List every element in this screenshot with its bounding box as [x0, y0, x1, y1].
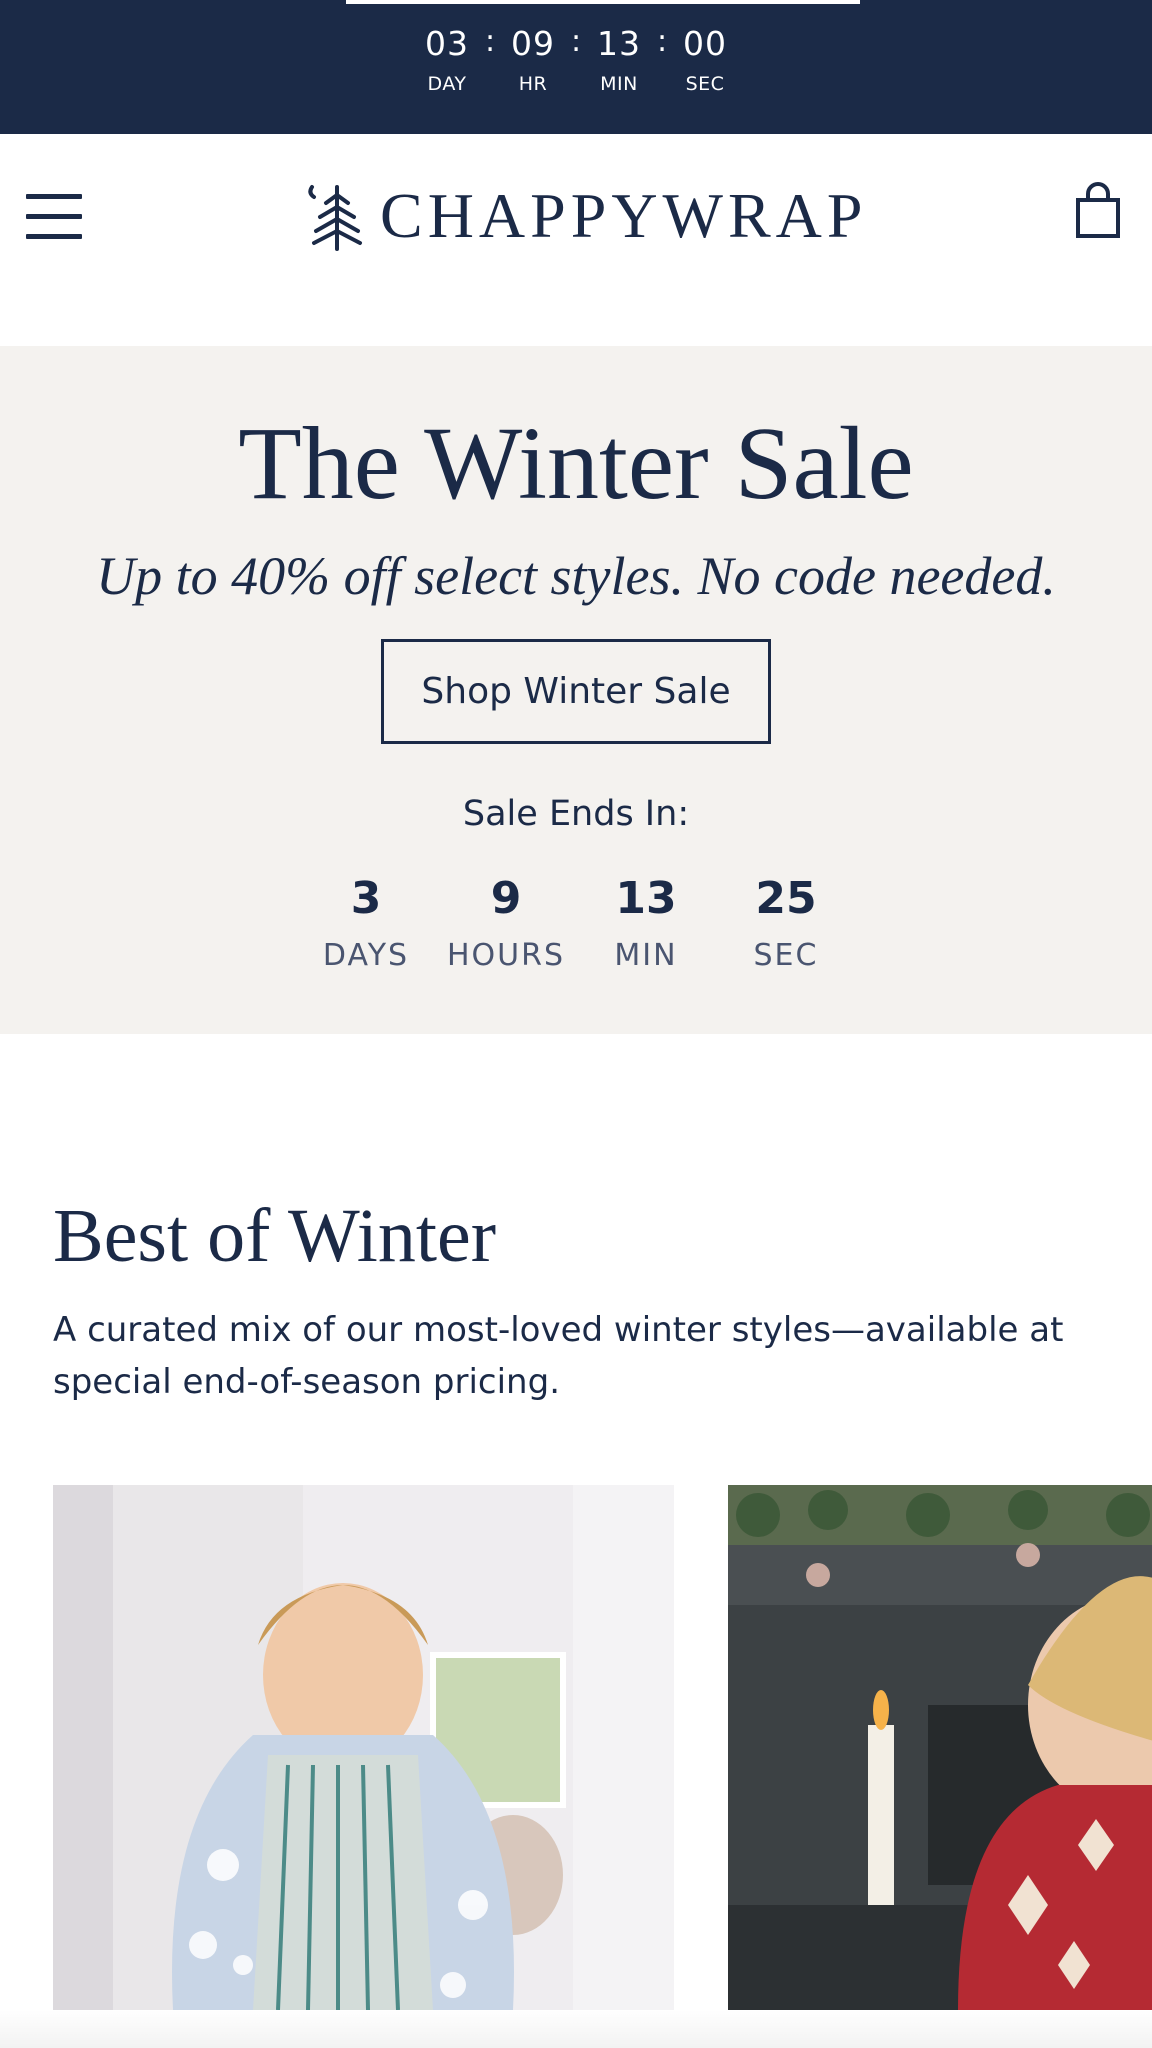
- top-countdown-seconds-value: 00: [683, 24, 727, 63]
- countdown-separator: :: [570, 24, 582, 59]
- hero-countdown-seconds-label: SEC: [753, 938, 819, 973]
- top-countdown-seconds: 00 SEC: [673, 22, 737, 96]
- best-of-winter-title: Best of Winter: [53, 1194, 497, 1278]
- bottom-fade: [0, 2010, 1152, 2048]
- shop-winter-sale-button[interactable]: Shop Winter Sale: [381, 639, 771, 744]
- hero-countdown-minutes-value: 13: [615, 873, 677, 924]
- top-countdown-days: 03 DAY: [415, 22, 479, 96]
- top-countdown-hours-value: 09: [511, 24, 555, 63]
- hero-subtitle: Up to 40% off select styles. No code nee…: [96, 546, 1056, 606]
- top-countdown-hours-label: HR: [518, 73, 548, 95]
- hero-countdown-seconds-value: 25: [755, 873, 817, 924]
- banner-link-underline[interactable]: [346, 0, 860, 4]
- child-in-blanket-image: [53, 1485, 674, 2010]
- woman-in-red-blanket-image: [728, 1485, 1152, 2010]
- hero-countdown-minutes: 13 MIN: [576, 874, 716, 974]
- top-countdown-hours: 09 HR: [501, 22, 565, 96]
- hero-countdown-days: 3 DAYS: [296, 874, 436, 974]
- countdown-separator: :: [484, 24, 496, 59]
- top-countdown: 03 DAY : 09 HR : 13 MIN : 00 SEC: [0, 22, 1152, 96]
- best-of-winter-description: A curated mix of our most-loved winter s…: [53, 1310, 1064, 1402]
- top-countdown-minutes-label: MIN: [600, 73, 638, 95]
- top-countdown-days-value: 03: [425, 24, 469, 63]
- sale-ends-label: Sale Ends In:: [462, 794, 690, 834]
- hero-title: The Winter Sale: [238, 406, 914, 521]
- product-card[interactable]: [53, 1485, 674, 2010]
- hero-countdown-days-value: 3: [350, 873, 382, 924]
- winter-sale-hero: The Winter Sale Up to 40% off select sty…: [0, 346, 1152, 1034]
- brand-name: CHAPPYWRAP: [380, 180, 868, 251]
- pine-tree-icon: [308, 185, 362, 251]
- hero-countdown-hours-label: HOURS: [446, 938, 566, 973]
- top-countdown-days-label: DAY: [427, 73, 467, 95]
- shopping-bag-icon[interactable]: [1074, 182, 1122, 240]
- countdown-separator: :: [656, 24, 668, 59]
- hero-countdown: 3 DAYS 9 HOURS 13 MIN 25 SEC: [0, 874, 1152, 974]
- top-countdown-minutes-value: 13: [597, 24, 641, 63]
- hero-countdown-minutes-label: MIN: [614, 938, 678, 973]
- hero-countdown-hours: 9 HOURS: [436, 874, 576, 974]
- top-countdown-minutes: 13 MIN: [587, 22, 651, 96]
- top-countdown-banner: 03 DAY : 09 HR : 13 MIN : 00 SEC: [0, 0, 1152, 134]
- brand-logo[interactable]: CHAPPYWRAP: [304, 176, 867, 256]
- site-header: CHAPPYWRAP: [0, 134, 1152, 346]
- hero-countdown-days-label: DAYS: [322, 938, 410, 973]
- top-countdown-seconds-label: SEC: [685, 73, 725, 95]
- hero-countdown-seconds: 25 SEC: [716, 874, 856, 974]
- hamburger-menu-icon[interactable]: [26, 190, 82, 242]
- product-card[interactable]: [728, 1485, 1152, 2010]
- hero-countdown-hours-value: 9: [490, 873, 522, 924]
